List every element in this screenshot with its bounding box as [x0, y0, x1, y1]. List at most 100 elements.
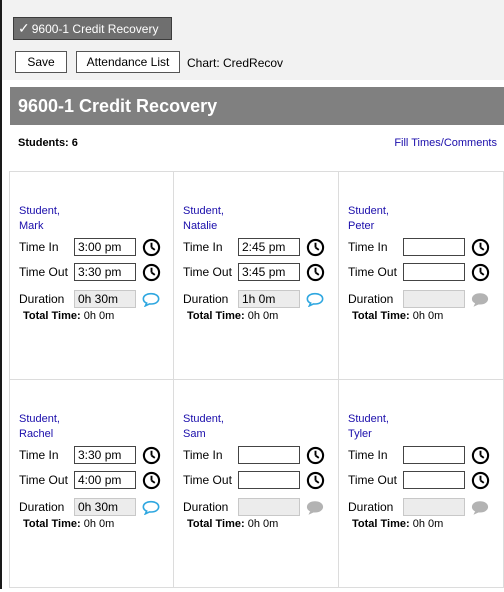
total-time-label: Total Time:	[352, 310, 410, 322]
clock-icon[interactable]	[306, 446, 325, 465]
total-time: Total Time: 0h 0m	[187, 518, 278, 530]
time-out-input[interactable]	[403, 263, 465, 281]
student-card: Student, Natalie Time In Time Out Durati…	[174, 172, 339, 380]
duration-row: Duration	[183, 289, 324, 309]
duration-field	[238, 290, 300, 308]
clock-icon[interactable]	[471, 471, 490, 490]
student-name-link[interactable]: Student, Mark	[19, 204, 60, 234]
clock-icon[interactable]	[306, 263, 325, 282]
time-out-row: Time Out	[348, 470, 490, 490]
time-in-label: Time In	[348, 240, 388, 254]
comment-bubble-icon[interactable]	[471, 500, 489, 515]
comment-bubble-icon[interactable]	[306, 500, 324, 515]
time-in-label: Time In	[19, 240, 59, 254]
clock-icon[interactable]	[142, 263, 161, 282]
duration-field	[403, 290, 465, 308]
duration-label: Duration	[348, 292, 394, 306]
time-in-row: Time In	[183, 237, 325, 257]
time-in-input[interactable]	[74, 446, 136, 464]
student-name-link[interactable]: Student, Natalie	[183, 204, 224, 234]
clock-icon[interactable]	[142, 238, 161, 257]
comment-bubble-icon[interactable]	[142, 500, 160, 515]
time-out-row: Time Out	[348, 262, 490, 282]
student-card: Student, Peter Time In Time Out Duration	[339, 172, 504, 380]
time-in-input[interactable]	[238, 238, 300, 256]
attendance-list-button[interactable]: Attendance List	[76, 51, 180, 73]
time-in-label: Time In	[183, 448, 223, 462]
duration-row: Duration	[348, 497, 489, 517]
time-in-input[interactable]	[403, 238, 465, 256]
time-out-input[interactable]	[403, 471, 465, 489]
student-last-name: Student,	[183, 205, 224, 217]
student-name-link[interactable]: Student, Peter	[348, 204, 389, 234]
top-toolbar: ✓ 9600-1 Credit Recovery Save Attendance…	[2, 0, 504, 80]
time-out-input[interactable]	[74, 263, 136, 281]
clock-icon[interactable]	[471, 238, 490, 257]
clock-icon[interactable]	[306, 238, 325, 257]
clock-icon[interactable]	[142, 471, 161, 490]
student-last-name: Student,	[183, 413, 224, 425]
total-time: Total Time: 0h 0m	[352, 310, 443, 322]
total-time: Total Time: 0h 0m	[352, 518, 443, 530]
total-time-label: Total Time:	[187, 310, 245, 322]
window-left-border	[0, 0, 2, 589]
duration-label: Duration	[19, 500, 65, 514]
time-out-input[interactable]	[74, 471, 136, 489]
time-in-input[interactable]	[74, 238, 136, 256]
time-in-input[interactable]	[403, 446, 465, 464]
chart-label: Chart: CredRecov	[187, 56, 284, 70]
time-out-row: Time Out	[183, 470, 325, 490]
student-first-name: Sam	[183, 428, 206, 440]
total-time: Total Time: 0h 0m	[23, 310, 114, 322]
duration-label: Duration	[183, 500, 229, 514]
clock-icon[interactable]	[142, 446, 161, 465]
time-out-row: Time Out	[19, 262, 161, 282]
total-time: Total Time: 0h 0m	[187, 310, 278, 322]
student-name-link[interactable]: Student, Tyler	[348, 412, 389, 442]
time-in-row: Time In	[348, 445, 490, 465]
duration-row: Duration	[19, 497, 160, 517]
total-time-label: Total Time:	[187, 518, 245, 530]
time-out-input[interactable]	[238, 263, 300, 281]
total-time-value: 0h 0m	[83, 518, 115, 530]
comment-bubble-icon[interactable]	[471, 292, 489, 307]
fill-times-comments-link[interactable]: Fill Times/Comments	[394, 137, 497, 149]
student-first-name: Tyler	[348, 428, 372, 440]
student-card: Student, Rachel Time In Time Out Duratio…	[9, 380, 174, 588]
student-card: Student, Sam Time In Time Out Duration T…	[174, 380, 339, 588]
duration-field	[74, 498, 136, 516]
clock-icon[interactable]	[471, 263, 490, 282]
student-last-name: Student,	[19, 205, 60, 217]
duration-field	[403, 498, 465, 516]
total-time-value: 0h 0m	[247, 310, 279, 322]
time-in-input[interactable]	[238, 446, 300, 464]
total-time: Total Time: 0h 0m	[23, 518, 114, 530]
comment-bubble-icon[interactable]	[306, 292, 324, 307]
student-name-link[interactable]: Student, Sam	[183, 412, 224, 442]
save-button[interactable]: Save	[15, 51, 67, 73]
time-in-label: Time In	[183, 240, 223, 254]
student-last-name: Student,	[348, 205, 389, 217]
student-card: Student, Tyler Time In Time Out Duration	[339, 380, 504, 588]
total-time-label: Total Time:	[23, 518, 81, 530]
total-time-value: 0h 0m	[412, 310, 444, 322]
time-out-label: Time Out	[183, 473, 232, 487]
student-first-name: Rachel	[19, 428, 54, 440]
time-out-label: Time Out	[19, 265, 68, 279]
course-selector-button[interactable]: ✓ 9600-1 Credit Recovery	[13, 17, 172, 40]
clock-icon[interactable]	[471, 446, 490, 465]
duration-label: Duration	[348, 500, 394, 514]
time-in-row: Time In	[183, 445, 325, 465]
time-out-input[interactable]	[238, 471, 300, 489]
student-last-name: Student,	[348, 413, 389, 425]
student-name-link[interactable]: Student, Rachel	[19, 412, 60, 442]
duration-label: Duration	[19, 292, 65, 306]
comment-bubble-icon[interactable]	[142, 292, 160, 307]
total-time-value: 0h 0m	[83, 310, 115, 322]
course-selector-label: 9600-1 Credit Recovery	[31, 21, 159, 36]
duration-field	[238, 498, 300, 516]
clock-icon[interactable]	[306, 471, 325, 490]
time-in-label: Time In	[348, 448, 388, 462]
time-out-row: Time Out	[183, 262, 325, 282]
checkmark-icon: ✓	[18, 20, 30, 36]
